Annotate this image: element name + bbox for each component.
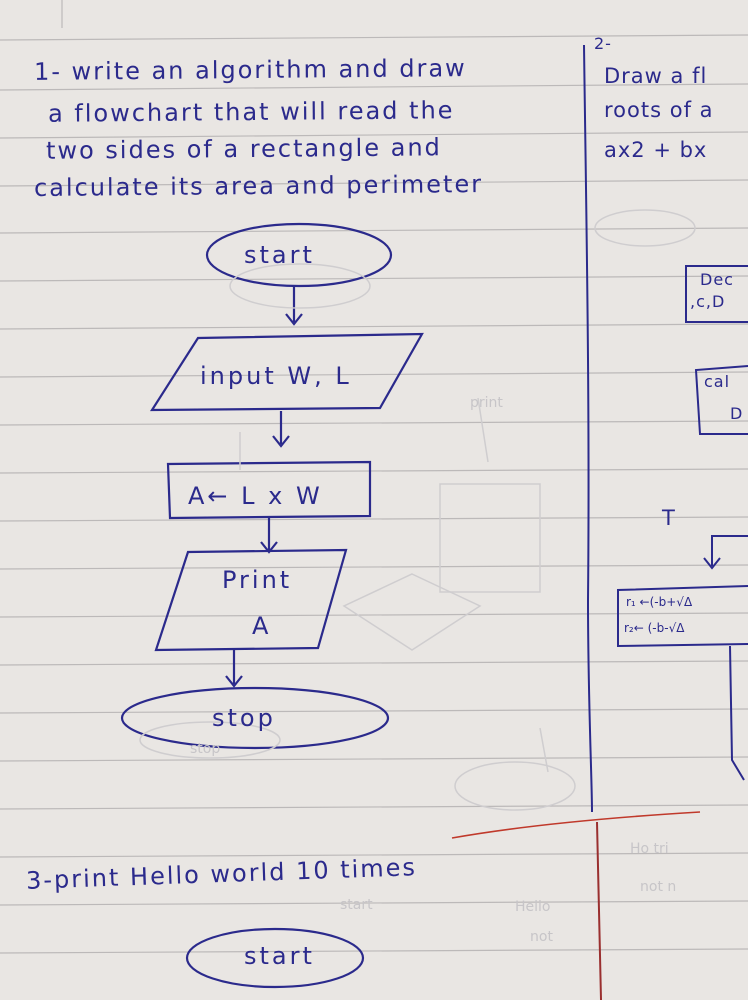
bleed-text-5: start — [340, 897, 373, 913]
bottom-divider — [596, 821, 602, 1000]
flowchart-2 — [617, 265, 748, 781]
bleed-text-3: not — [530, 929, 553, 945]
bleed-text-1: Ho tri — [630, 841, 669, 857]
question-2-line-1: Draw a fl — [604, 64, 708, 88]
question-1-line-4: calculate its area and perimeter — [33, 170, 484, 202]
column-divider — [583, 44, 593, 813]
bleed-text-7: print — [470, 395, 503, 411]
true-branch-label: T — [662, 506, 676, 530]
question-1-line-1: 1- write an algorithm and draw — [33, 54, 467, 86]
stop-label: stop — [212, 704, 276, 732]
output-label-line-2: A — [252, 612, 272, 640]
question-1-line-3: two sides of a rectangle and — [45, 133, 442, 165]
root-2-formula: r₂← (-b-√Δ — [624, 621, 685, 635]
arrow-process-output — [260, 518, 278, 554]
bleed-text-4: Hello — [515, 899, 551, 915]
declare-sub-label: ,c,D — [690, 292, 726, 311]
output-parallelogram — [154, 548, 348, 652]
input-label: input W, L — [200, 362, 352, 390]
bleed-text-2: not n — [640, 879, 677, 895]
process-label: A← L x W — [188, 482, 323, 510]
declare-label: Dec — [700, 270, 734, 289]
elbow-arrow — [703, 535, 748, 570]
question-2-line-2: roots of a — [604, 98, 714, 122]
calc-label: cal — [704, 372, 731, 391]
output-label-line-1: Print — [222, 566, 293, 594]
calc-sub-label: D — [730, 404, 744, 423]
start-label: start — [244, 241, 315, 269]
q3-start-label: start — [244, 942, 315, 970]
arrow-start-input — [285, 287, 303, 326]
page-number: 2- — [594, 34, 612, 53]
root-1-formula: r₁ ←(-b+√Δ — [626, 595, 693, 609]
question-1-line-2: a flowchart that will read the — [47, 96, 455, 128]
bleed-text-6: stop — [190, 741, 221, 757]
arrow-input-process — [272, 411, 290, 448]
red-rule — [451, 811, 701, 839]
arrow-output-stop — [225, 650, 243, 688]
roots-down-line — [729, 645, 745, 781]
question-2-line-3: ax2 + bx — [604, 138, 708, 162]
